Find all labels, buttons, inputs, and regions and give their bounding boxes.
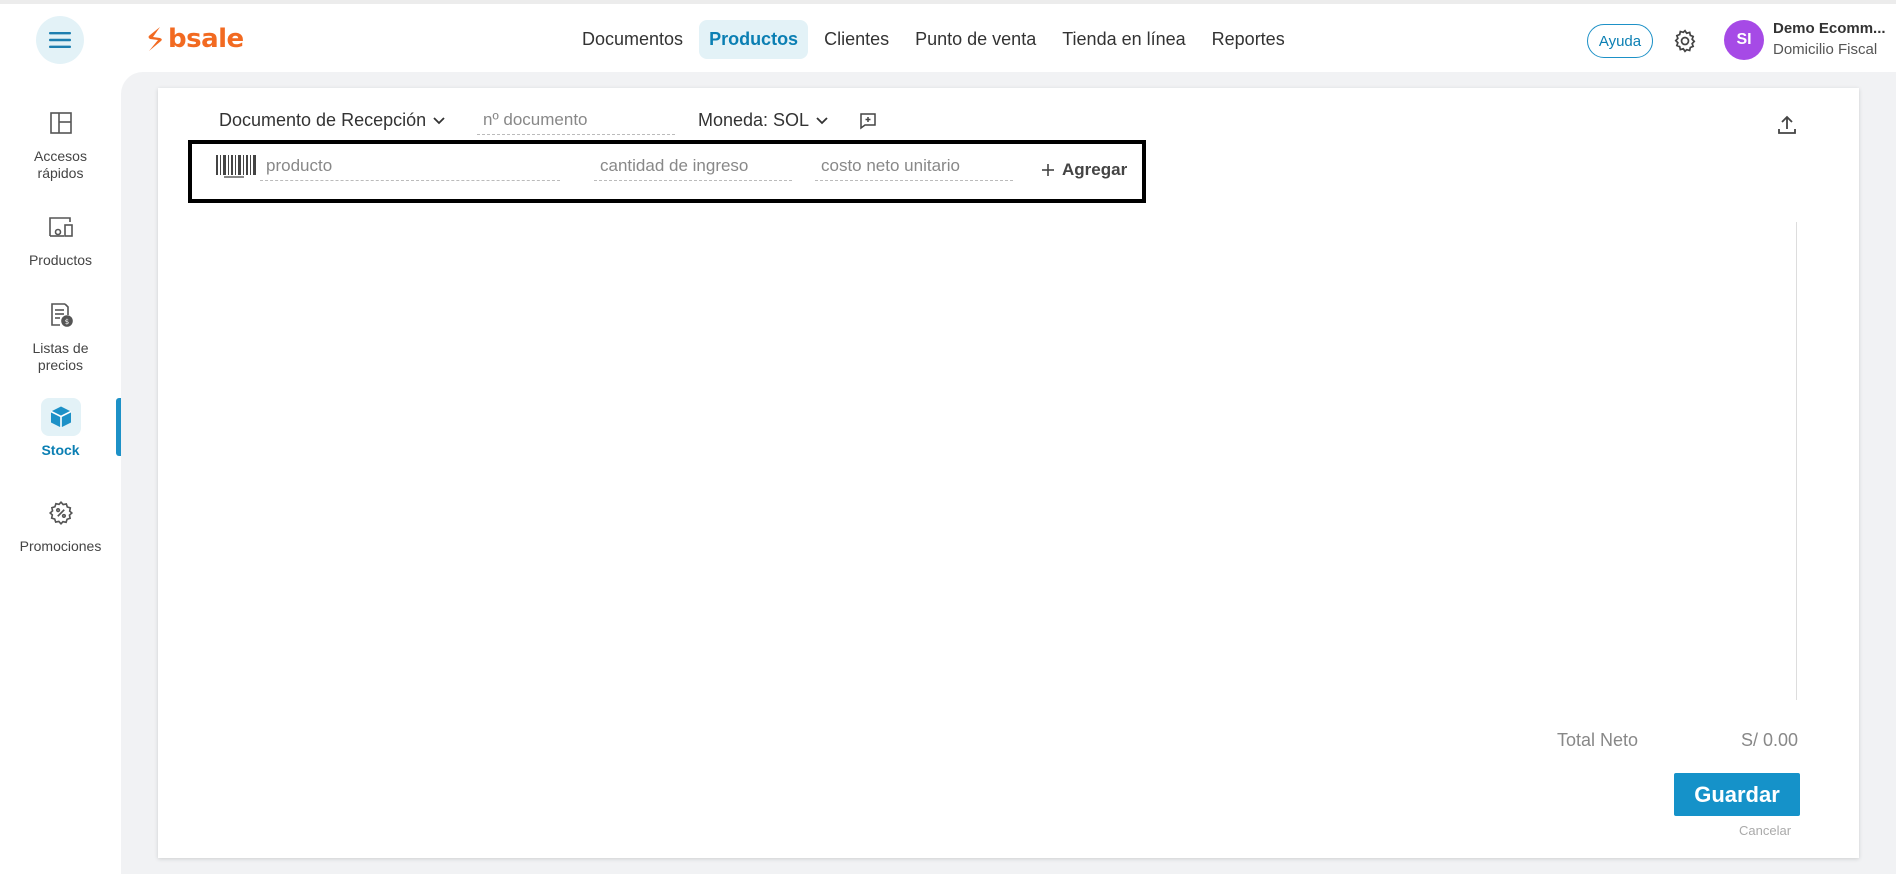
sidebar-item-listas-de-precios[interactable]: $ Listas de precios: [0, 296, 121, 374]
product-input[interactable]: [260, 156, 560, 181]
products-icon: [48, 217, 73, 237]
upload-icon: [1778, 115, 1796, 134]
layout-icon: [49, 112, 72, 134]
nav-productos[interactable]: Productos: [699, 20, 809, 59]
unit-cost-input[interactable]: [815, 156, 1013, 181]
upload-button[interactable]: [1776, 114, 1798, 141]
nav-reportes[interactable]: Reportes: [1202, 20, 1295, 59]
bsale-logo-icon: [148, 27, 162, 51]
currency-select[interactable]: Moneda: SOL: [698, 110, 829, 131]
sidebar-item-label: Listas de precios: [32, 340, 89, 373]
company-name: Demo Ecomm...: [1773, 20, 1886, 37]
document-type-select[interactable]: Documento de Recepción: [219, 110, 446, 131]
document-number-input[interactable]: [477, 110, 675, 135]
company-info[interactable]: Demo Ecomm... Domicilio Fiscal: [1773, 20, 1888, 58]
plus-icon: [1042, 164, 1054, 176]
document-type-value: Documento de Recepción: [219, 110, 427, 130]
nav-tienda-en-linea[interactable]: Tienda en línea: [1052, 20, 1195, 59]
nav-documentos[interactable]: Documentos: [572, 20, 693, 59]
nav-punto-de-venta[interactable]: Punto de venta: [905, 20, 1046, 59]
cancel-link[interactable]: Cancelar: [1739, 823, 1791, 838]
chevron-down-icon: [816, 116, 828, 124]
logo-text: bsale: [168, 24, 244, 54]
quantity-input[interactable]: [594, 156, 792, 181]
sidebar-item-label: Stock: [41, 442, 80, 458]
sidebar-item-label: Promociones: [19, 538, 102, 554]
gear-icon: [1674, 29, 1696, 53]
svg-text:$: $: [64, 318, 68, 326]
nav-clientes[interactable]: Clientes: [814, 20, 899, 59]
add-product-button[interactable]: Agregar: [1042, 160, 1127, 180]
hamburger-icon: [49, 32, 71, 48]
currency-value: Moneda: SOL: [698, 110, 810, 130]
total-net-value: S/ 0.00: [1741, 730, 1799, 750]
add-comment-button[interactable]: [859, 112, 877, 135]
add-product-label: Agregar: [1062, 160, 1128, 179]
sidebar-item-promociones[interactable]: Promociones: [0, 494, 121, 555]
sidebar-item-label: Productos: [28, 252, 93, 268]
price-list-icon: $: [50, 303, 73, 327]
total-net-label: Total Neto: [1557, 730, 1639, 750]
chevron-down-icon: [433, 116, 445, 124]
scroll-divider: [1796, 222, 1797, 700]
sidebar-item-productos[interactable]: Productos: [0, 208, 121, 269]
barcode-button[interactable]: [216, 155, 256, 184]
promo-icon: [48, 500, 73, 526]
sidebar-item-stock[interactable]: Stock: [0, 398, 121, 459]
top-header: bsale Documentos Productos Clientes Punt…: [0, 4, 1896, 72]
box-icon: [50, 406, 71, 428]
sidebar-item-label: Accesos rápidos: [34, 148, 87, 181]
sidebar-item-accesos-rapidos[interactable]: Accesos rápidos: [0, 104, 121, 182]
main-nav: Documentos Productos Clientes Punto de v…: [572, 20, 1295, 59]
hamburger-menu-button[interactable]: [36, 16, 84, 64]
save-button[interactable]: Guardar: [1674, 773, 1800, 816]
comment-plus-icon: [860, 113, 876, 130]
sidebar: Accesos rápidos Productos $ Listas de pr…: [0, 72, 121, 874]
bsale-logo[interactable]: bsale: [146, 24, 244, 54]
barcode-icon: [216, 155, 256, 178]
avatar[interactable]: SI: [1724, 20, 1764, 60]
help-button[interactable]: Ayuda: [1587, 24, 1653, 58]
settings-button[interactable]: [1672, 28, 1698, 59]
company-subtitle: Domicilio Fiscal: [1773, 41, 1878, 58]
